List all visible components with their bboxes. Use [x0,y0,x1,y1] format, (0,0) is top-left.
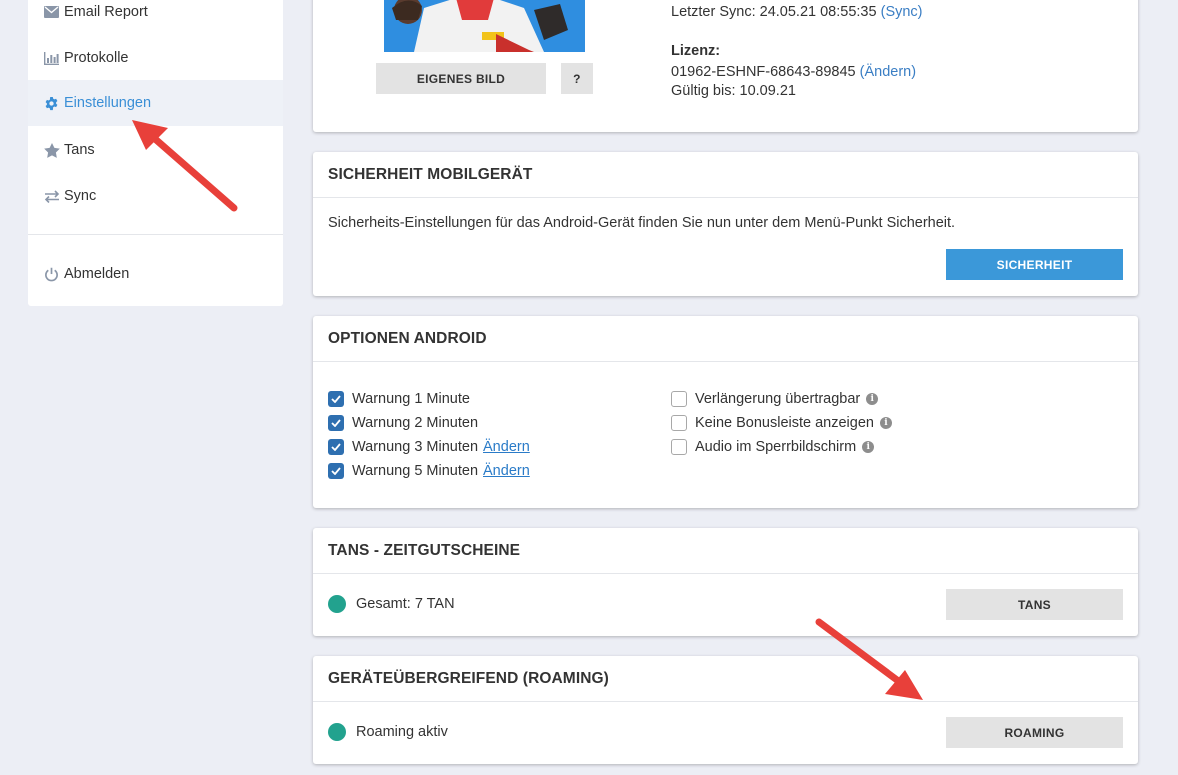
sidebar-divider [28,234,283,235]
roaming-card: GERÄTEÜBERGREIFEND (ROAMING) Roaming akt… [313,656,1138,764]
security-card: SICHERHEIT MOBILGERÄT Sicherheits-Einste… [313,152,1138,296]
gear-icon [43,95,60,112]
option-audio-lockscreen[interactable]: Audio im Sperrbildschirm i [671,437,875,457]
sidebar-item-sync[interactable]: Sync [28,173,283,219]
license-valid-until: Gültig bis: 10.09.21 [671,83,796,99]
tans-button[interactable]: TANS [946,589,1123,620]
option-warning-1-minute[interactable]: Warnung 1 Minute [328,389,470,409]
option-label: Keine Bonusleiste anzeigen [695,415,874,431]
sidebar-item-einstellungen[interactable]: Einstellungen [28,80,283,126]
option-label: Warnung 2 Minuten [352,415,479,431]
security-info-text: Sicherheits-Einstellungen für das Androi… [328,215,956,231]
option-warning-5-minutes[interactable]: Warnung 5 Minuten Ändern [328,461,530,481]
option-label: Warnung 1 Minute [352,391,470,407]
avatar-image[interactable] [384,0,585,52]
sidebar-item-tans[interactable]: Tans [28,127,283,173]
sidebar-item-label: Tans [64,142,95,158]
info-icon[interactable]: i [862,441,875,453]
change-link[interactable]: Ändern [483,439,530,455]
own-image-button[interactable]: EIGENES BILD [376,63,546,94]
option-warning-3-minutes[interactable]: Warnung 3 Minuten Ändern [328,437,530,457]
tans-card-title: TANS - ZEITGUTSCHEINE [313,528,1138,574]
change-link[interactable]: Ändern [483,463,530,479]
checkbox-checked[interactable] [328,439,344,455]
checkbox-checked[interactable] [328,415,344,431]
checkbox-unchecked[interactable] [671,391,687,407]
sidebar-item-label: Protokolle [64,50,129,66]
roaming-button[interactable]: ROAMING [946,717,1123,748]
sidebar-item-label: Email Report [64,4,148,20]
license-heading: Lizenz: [671,43,721,59]
sidebar-item-logout[interactable]: Abmelden [28,251,283,297]
tans-status-text: Gesamt: 7 TAN [356,596,455,612]
roaming-status-text: Roaming aktiv [356,724,448,740]
status-dot [328,723,346,741]
sidebar: Email Report Protokolle Einstellungen Ta… [28,0,283,306]
checkbox-unchecked[interactable] [671,415,687,431]
checkbox-unchecked[interactable] [671,439,687,455]
sidebar-item-protokolle[interactable]: Protokolle [28,35,283,81]
tans-status: Gesamt: 7 TAN [328,595,455,613]
last-sync-text: Letzter Sync: 24.05.21 08:55:35 [671,4,877,20]
profile-card: EIGENES BILD ? Letzter Sync: 24.05.21 08… [313,0,1138,132]
sync-link[interactable]: (Sync) [881,4,923,20]
info-icon[interactable]: i [866,393,879,405]
sidebar-item-email-report[interactable]: Email Report [28,0,283,35]
envelope-icon [43,4,60,21]
bar-chart-icon [43,50,60,67]
option-label: Warnung 5 Minuten [352,463,479,479]
license-line: 01962-ESHNF-68643-89845 (Ändern) [671,64,916,80]
license-change-link[interactable]: (Ändern) [860,64,916,80]
roaming-card-title: GERÄTEÜBERGREIFEND (ROAMING) [313,656,1138,702]
tans-card: TANS - ZEITGUTSCHEINE Gesamt: 7 TAN TANS [313,528,1138,636]
checkbox-checked[interactable] [328,463,344,479]
android-options-card: OPTIONEN ANDROID Warnung 1 Minute Warnun… [313,316,1138,508]
android-options-title: OPTIONEN ANDROID [313,316,1138,362]
security-card-title: SICHERHEIT MOBILGERÄT [313,152,1138,198]
sidebar-item-label: Einstellungen [64,95,152,111]
checkbox-checked[interactable] [328,391,344,407]
option-extension-transferable[interactable]: Verlängerung übertragbar i [671,389,879,409]
roaming-status: Roaming aktiv [328,723,448,741]
power-icon [43,266,60,283]
option-label: Audio im Sperrbildschirm [695,439,857,455]
star-icon [43,142,60,159]
status-dot [328,595,346,613]
option-warning-2-minutes[interactable]: Warnung 2 Minuten [328,413,478,433]
license-key: 01962-ESHNF-68643-89845 [671,64,856,80]
sidebar-item-label: Sync [64,188,97,204]
security-button[interactable]: SICHERHEIT [946,249,1123,280]
info-icon[interactable]: i [879,417,892,429]
sidebar-item-label: Abmelden [64,266,130,282]
last-sync-line: Letzter Sync: 24.05.21 08:55:35 (Sync) [671,4,923,20]
option-no-bonus-bar[interactable]: Keine Bonusleiste anzeigen i [671,413,892,433]
sync-arrows-icon [43,188,60,205]
help-button[interactable]: ? [561,63,593,94]
option-label: Verlängerung übertragbar [695,391,861,407]
option-label: Warnung 3 Minuten [352,439,479,455]
